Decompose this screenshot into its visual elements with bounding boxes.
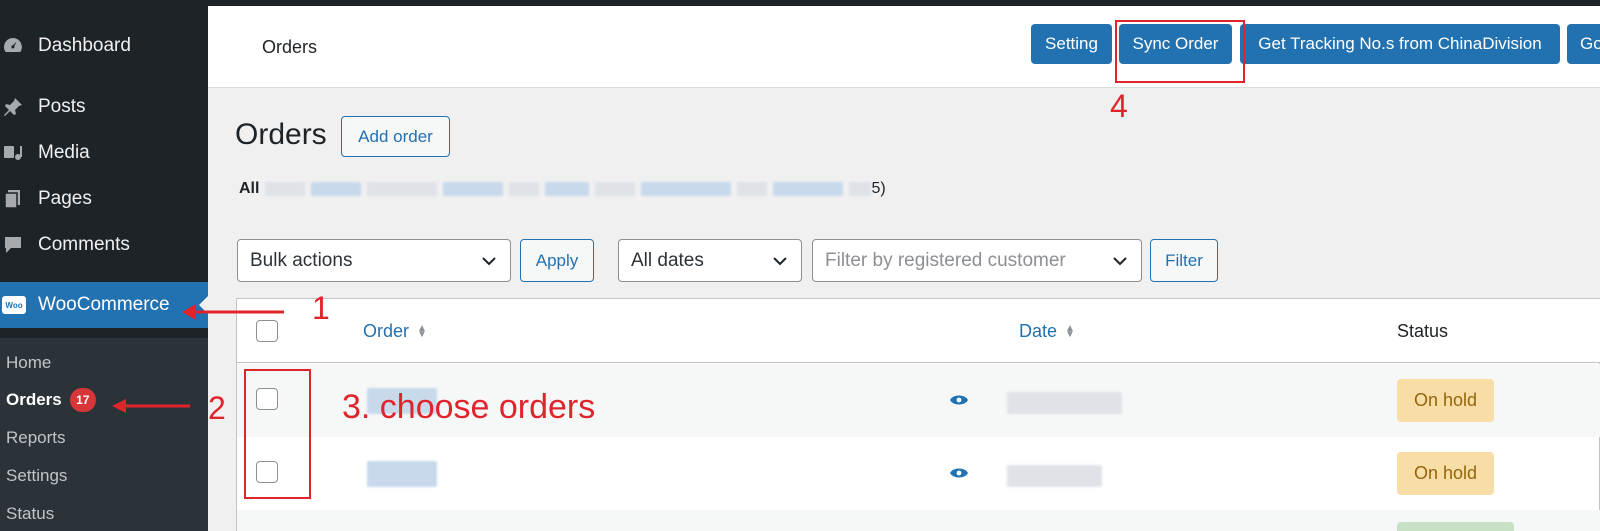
chevron-down-icon <box>1113 257 1127 266</box>
redacted-text <box>311 182 362 196</box>
add-order-button[interactable]: Add order <box>341 116 450 157</box>
annotation-box-sync-order <box>1115 20 1245 83</box>
redacted-text <box>641 182 732 196</box>
redacted-text <box>849 182 872 196</box>
filter-tail: 5) <box>871 180 886 197</box>
filter-all-link[interactable]: All <box>239 180 259 198</box>
admin-sidebar: Dashboard Posts Media Pages Comments Woo… <box>0 6 208 531</box>
annotation-step-4: 4 <box>1110 88 1128 124</box>
dates-select[interactable]: All dates <box>618 239 802 282</box>
sidebar-label-dashboard: Dashboard <box>38 35 131 56</box>
submenu-label-settings: Settings <box>6 466 68 485</box>
redacted-text <box>265 182 306 196</box>
chevron-down-icon <box>773 257 787 266</box>
redacted-text <box>443 182 504 196</box>
column-status-label: Status <box>1397 321 1449 341</box>
submenu-item-home[interactable]: Home <box>6 350 51 376</box>
sidebar-label-woocommerce: WooCommerce <box>38 294 170 315</box>
go-button[interactable]: Go <box>1567 24 1600 64</box>
redacted-order-number <box>367 461 437 487</box>
column-status: Status <box>1397 321 1448 342</box>
get-tracking-button[interactable]: Get Tracking No.s from ChinaDivision <box>1240 24 1560 64</box>
redacted-text <box>773 182 844 196</box>
column-order-label: Order <box>363 321 410 341</box>
pages-icon <box>2 188 24 210</box>
dates-value: All dates <box>631 249 704 271</box>
redacted-text <box>545 182 590 196</box>
sidebar-item-media[interactable]: Media <box>0 131 208 175</box>
redacted-text <box>737 182 768 196</box>
submenu-label-reports: Reports <box>6 428 66 447</box>
sidebar-item-pages[interactable]: Pages <box>0 177 208 221</box>
page-title: Orders <box>235 118 327 151</box>
sort-icon: ▲ ▼ <box>1065 322 1075 340</box>
bulk-actions-select[interactable]: Bulk actions <box>237 239 511 282</box>
woocommerce-icon: Woo <box>2 296 26 314</box>
page-header: Orders Setting Sync Order Get Tracking N… <box>208 6 1600 88</box>
sidebar-label-media: Media <box>38 142 90 163</box>
customer-filter-select[interactable]: Filter by registered customer <box>812 239 1142 282</box>
submenu-item-status[interactable]: Status <box>6 501 54 527</box>
orders-count-badge: 17 <box>69 388 96 412</box>
submenu-item-settings[interactable]: Settings <box>6 463 67 489</box>
sidebar-item-dashboard[interactable]: Dashboard <box>0 24 208 68</box>
submenu-label-orders: Orders <box>6 390 62 409</box>
annotation-arrow-2 <box>112 399 190 413</box>
sort-icon: ▲ ▼ <box>417 322 427 340</box>
redacted-date <box>1007 465 1102 487</box>
redacted-date <box>1007 392 1122 414</box>
comment-icon <box>2 234 24 256</box>
table-row[interactable] <box>237 510 1600 531</box>
status-filter-links: All 5) <box>239 180 886 198</box>
annotation-step-2: 2 <box>208 390 226 426</box>
setting-button[interactable]: Setting <box>1031 24 1112 64</box>
annotation-step-3: 3. choose orders <box>342 388 596 426</box>
eye-icon[interactable] <box>949 467 969 479</box>
sidebar-item-posts[interactable]: Posts <box>0 85 208 129</box>
submenu-item-reports[interactable]: Reports <box>6 425 66 451</box>
sidebar-item-comments[interactable]: Comments <box>0 223 208 267</box>
media-icon <box>2 142 24 164</box>
annotation-step-1: 1 <box>312 290 330 326</box>
sidebar-label-posts: Posts <box>38 96 86 117</box>
header-title: Orders <box>262 37 318 57</box>
redacted-text <box>509 182 540 196</box>
submenu-label-status: Status <box>6 504 55 523</box>
submenu-label-home: Home <box>6 353 52 372</box>
status-badge: On hold <box>1397 379 1494 422</box>
chevron-down-icon <box>482 257 496 266</box>
status-badge <box>1397 522 1514 531</box>
status-badge: On hold <box>1397 452 1494 495</box>
table-header: Order ▲ ▼ Date ▲ ▼ Status <box>237 299 1600 363</box>
table-row[interactable]: On hold <box>237 437 1600 510</box>
redacted-text <box>595 182 636 196</box>
column-order[interactable]: Order ▲ ▼ <box>363 321 427 342</box>
annotation-arrow-1 <box>182 304 284 320</box>
pin-icon <box>2 96 24 118</box>
woocommerce-submenu: Home Orders 17 Reports Settings Status <box>0 338 208 531</box>
filter-button[interactable]: Filter <box>1150 239 1218 282</box>
column-date-label: Date <box>1019 321 1058 341</box>
eye-icon[interactable] <box>949 394 969 406</box>
dashboard-icon <box>2 35 24 57</box>
apply-button[interactable]: Apply <box>520 239 594 282</box>
redacted-text <box>367 182 438 196</box>
column-date[interactable]: Date ▲ ▼ <box>1019 321 1075 342</box>
submenu-item-orders[interactable]: Orders 17 <box>6 387 96 413</box>
customer-filter-placeholder: Filter by registered customer <box>825 249 1066 271</box>
sidebar-label-pages: Pages <box>38 188 92 209</box>
sidebar-item-woocommerce[interactable]: Woo WooCommerce <box>0 282 208 328</box>
bulk-actions-value: Bulk actions <box>250 249 353 271</box>
sidebar-label-comments: Comments <box>38 234 130 255</box>
annotation-box-checkboxes <box>244 369 311 499</box>
